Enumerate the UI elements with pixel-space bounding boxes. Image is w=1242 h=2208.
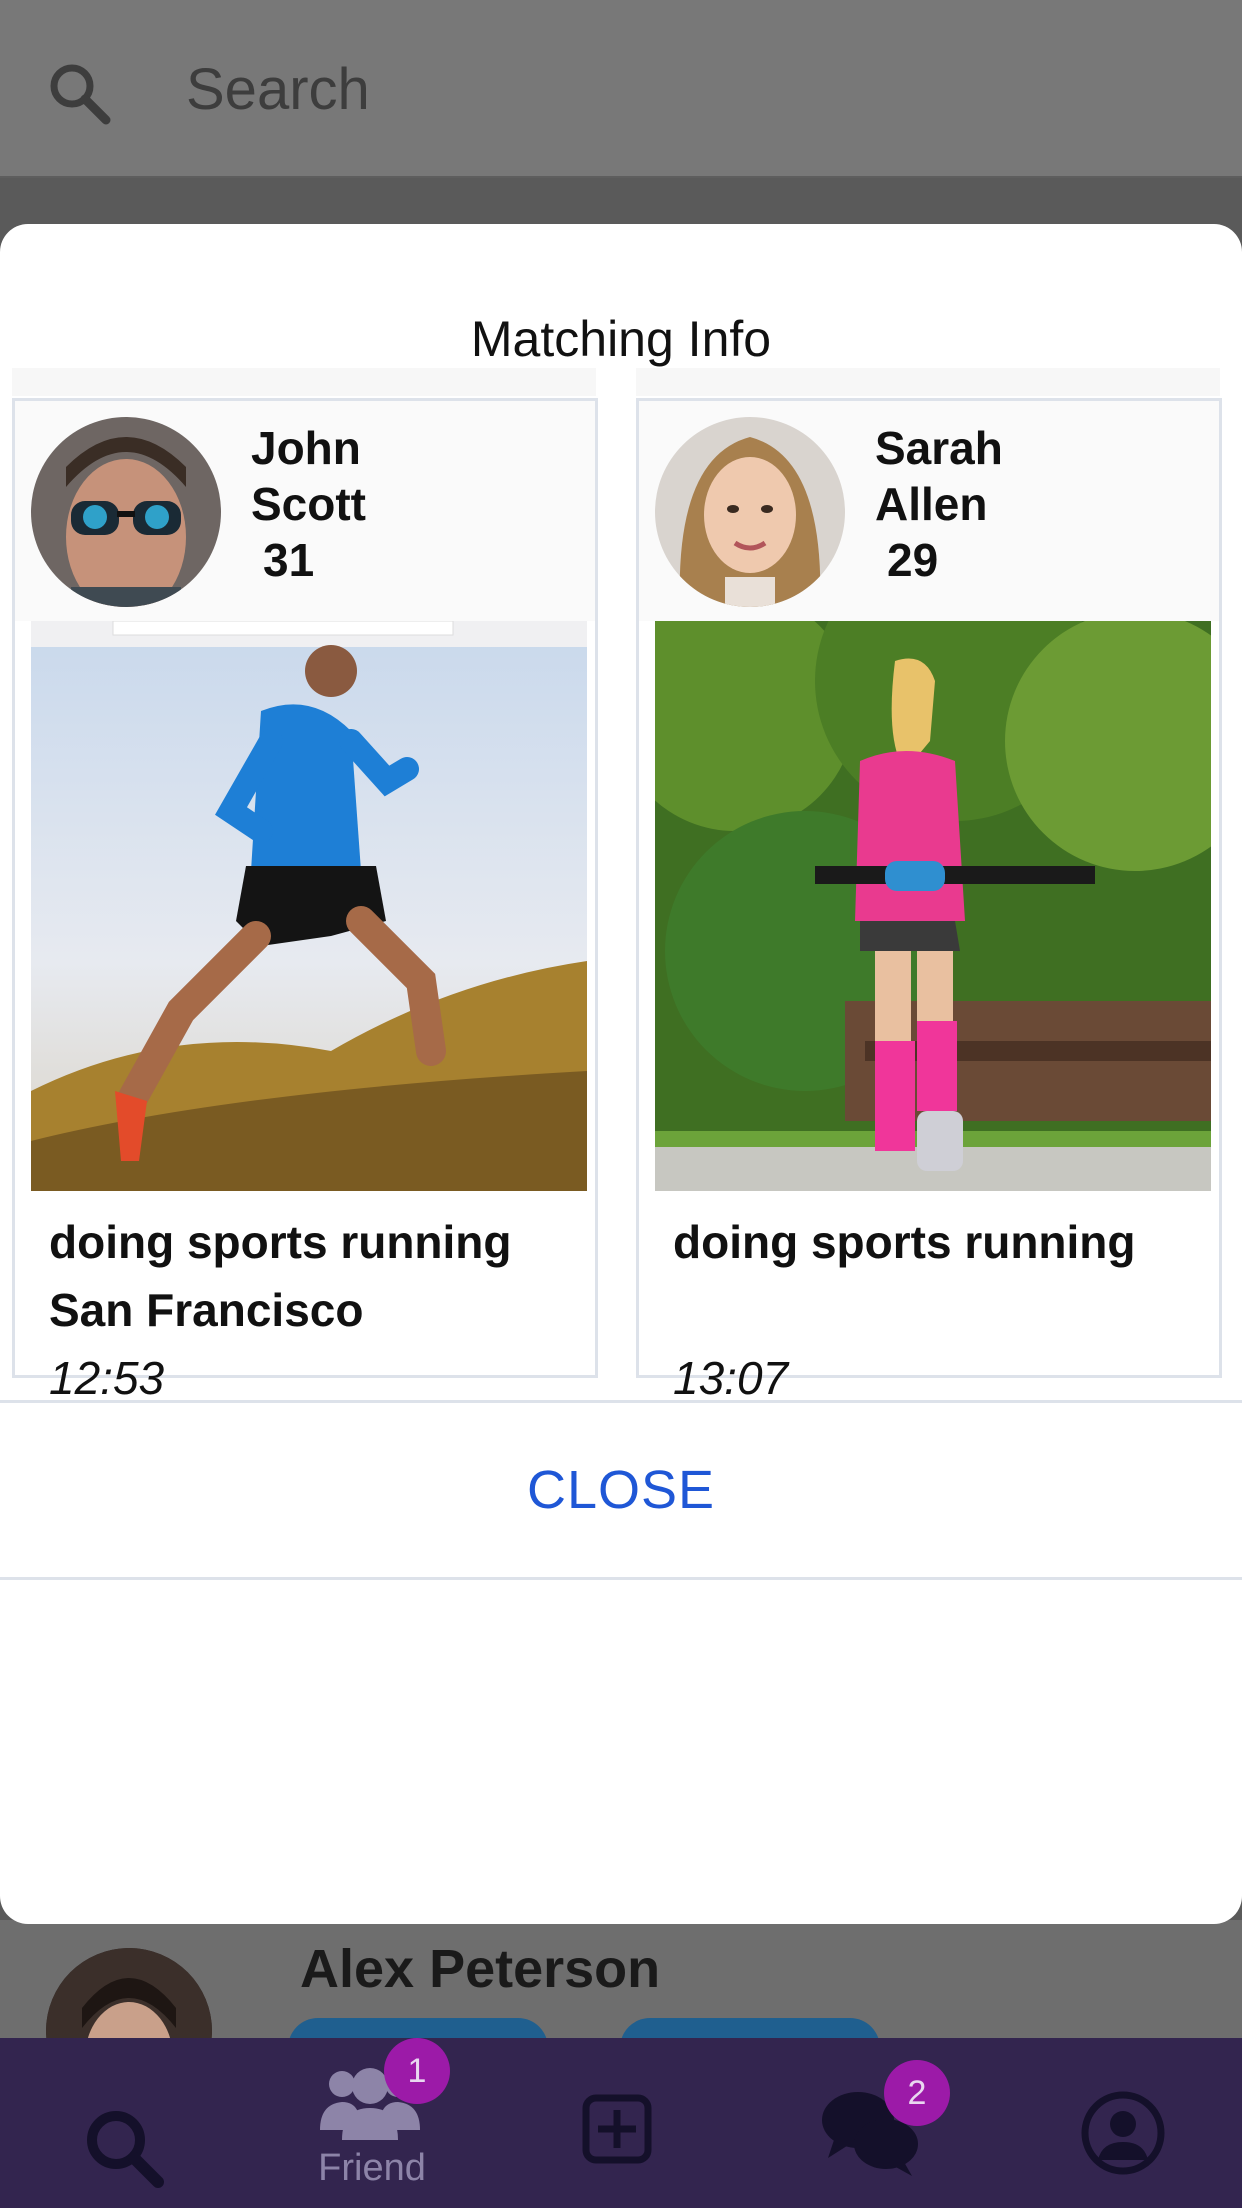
activity-photo	[31, 621, 587, 1191]
avatar	[655, 417, 845, 607]
modal-title: Matching Info	[470, 311, 772, 367]
card-time: 12:53	[49, 1352, 165, 1404]
card-time: 13:07	[673, 1352, 789, 1404]
tab-add[interactable]	[496, 2038, 744, 2208]
search-icon	[50, 64, 111, 125]
card-first-name: Sarah	[875, 422, 1003, 474]
search-icon	[87, 2111, 164, 2188]
profile-icon	[1081, 2091, 1165, 2175]
card-location: San Francisco	[49, 1284, 364, 1336]
activity-photo	[655, 621, 1211, 1191]
tab-chat[interactable]: 2	[744, 2038, 992, 2208]
search-placeholder[interactable]: Search	[186, 56, 370, 123]
avatar	[31, 417, 221, 607]
tab-profile[interactable]	[994, 2038, 1242, 2208]
list-item-name: Alex Peterson	[300, 1939, 661, 1999]
add-square-icon	[582, 2094, 652, 2164]
tab-search[interactable]	[0, 2038, 248, 2208]
card-last-name: Allen	[875, 478, 988, 530]
card-activity: doing sports running	[673, 1216, 1136, 1268]
friend-badge: 1	[384, 2038, 450, 2104]
column-header-bg	[636, 368, 1220, 396]
card-activity: doing sports running	[49, 1216, 512, 1268]
card-age: 31	[263, 534, 315, 586]
match-card-sarah[interactable]: Sarah Allen 29 doing sports running 13:0…	[636, 398, 1222, 1404]
card-first-name: John	[251, 422, 361, 474]
tab-friend[interactable]: Friend 1	[248, 2038, 496, 2208]
card-age: 29	[887, 534, 939, 586]
tab-bar: Friend 1 2	[0, 2038, 1242, 2208]
match-card-john[interactable]: John Scott 31 doing sports running San F…	[12, 398, 598, 1404]
tab-friend-label: Friend	[318, 2147, 426, 2189]
search-bar[interactable]: Search	[0, 0, 1242, 178]
close-button[interactable]: CLOSE	[0, 1400, 1242, 1580]
matching-info-modal: Matching Info John Scott 31 doing sports…	[0, 224, 1242, 1924]
card-last-name: Scott	[251, 478, 366, 530]
column-header-bg	[12, 368, 596, 396]
chat-badge: 2	[884, 2060, 950, 2126]
